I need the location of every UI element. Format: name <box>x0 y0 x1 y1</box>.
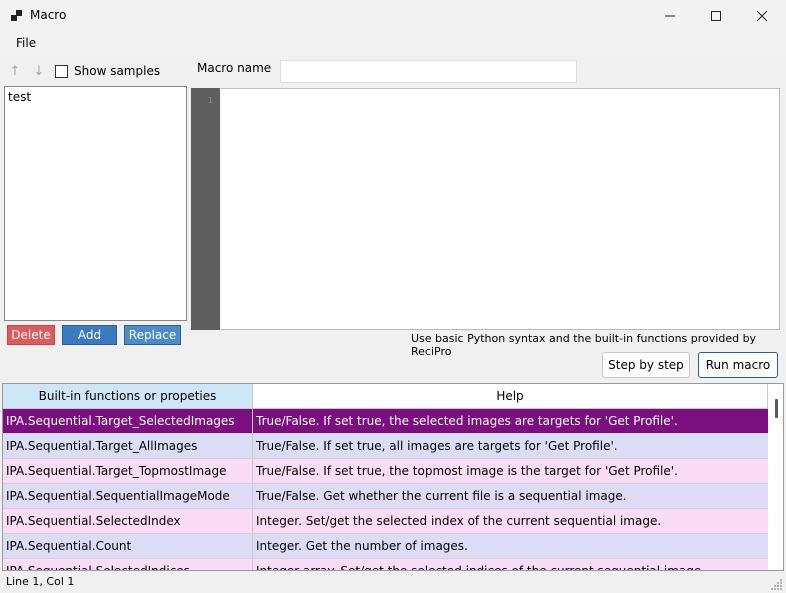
code-editor[interactable] <box>221 88 780 330</box>
help-cell: Integer array. Set/get the selected indi… <box>256 564 706 571</box>
line-number-gutter <box>191 88 220 330</box>
delete-button[interactable]: Delete <box>7 325 55 345</box>
table-row[interactable]: IPA.Sequential.SelectedIndices Integer a… <box>3 559 768 571</box>
show-samples-label[interactable]: Show samples <box>74 64 160 78</box>
close-button[interactable] <box>739 0 785 31</box>
table-row[interactable]: IPA.Sequential.SequentialImageMode True/… <box>3 484 768 509</box>
help-cell: True/False. Get whether the current file… <box>256 489 627 503</box>
function-cell: IPA.Sequential.SequentialImageMode <box>3 484 253 508</box>
table-row[interactable]: IPA.Sequential.SelectedIndex Integer. Se… <box>3 509 768 534</box>
help-cell: True/False. If set true, the topmost ima… <box>256 464 678 478</box>
line-number: 1 <box>208 96 214 105</box>
app-icon <box>11 10 22 21</box>
help-cell: Integer. Set/get the selected index of t… <box>256 514 662 528</box>
maximize-icon <box>711 10 721 21</box>
table-row[interactable]: IPA.Sequential.Target_AllImages True/Fal… <box>3 434 768 459</box>
arrow-down-icon: ↓ <box>33 64 45 79</box>
scrollbar-thumb[interactable] <box>775 399 778 418</box>
resize-grip-icon[interactable] <box>771 578 783 590</box>
function-cell: IPA.Sequential.SelectedIndices <box>3 559 253 570</box>
arrow-up-icon: ↑ <box>9 64 21 79</box>
vertical-scrollbar[interactable] <box>770 384 783 570</box>
help-cell: True/False. If set true, the selected im… <box>256 414 678 428</box>
column-header-functions[interactable]: Built-in functions or propeties <box>3 384 253 409</box>
function-cell: IPA.Sequential.Target_TopmostImage <box>3 459 253 483</box>
function-cell: IPA.Sequential.Count <box>3 534 253 558</box>
functions-table[interactable]: Built-in functions or propeties Help IPA… <box>2 383 784 571</box>
column-header-help[interactable]: Help <box>253 384 768 409</box>
table-row[interactable]: IPA.Sequential.Target_TopmostImage True/… <box>3 459 768 484</box>
window-title: Macro <box>30 8 67 22</box>
move-up-button[interactable]: ↑ <box>5 62 25 82</box>
run-macro-button[interactable]: Run macro <box>698 352 778 378</box>
list-item[interactable]: test <box>8 90 31 104</box>
maximize-button[interactable] <box>693 0 739 31</box>
menu-bar <box>0 31 786 56</box>
show-samples-checkbox[interactable] <box>55 65 68 78</box>
close-icon <box>756 10 768 21</box>
step-by-step-button[interactable]: Step by step <box>602 352 690 378</box>
table-row[interactable]: IPA.Sequential.Count Integer. Get the nu… <box>3 534 768 559</box>
table-row[interactable]: IPA.Sequential.Target_SelectedImages Tru… <box>3 409 768 434</box>
status-bar <box>0 573 786 593</box>
table-header: Built-in functions or propeties Help <box>3 384 768 409</box>
minimize-button[interactable] <box>647 0 693 31</box>
macro-name-label: Macro name <box>197 61 272 75</box>
move-down-button[interactable]: ↓ <box>29 62 49 82</box>
menu-file[interactable]: File <box>16 36 36 50</box>
minimize-icon <box>665 15 675 16</box>
replace-button[interactable]: Replace <box>124 325 181 345</box>
function-cell: IPA.Sequential.Target_SelectedImages <box>3 409 253 433</box>
function-cell: IPA.Sequential.SelectedIndex <box>3 509 253 533</box>
add-button[interactable]: Add <box>62 325 117 345</box>
help-cell: Integer. Get the number of images. <box>256 539 468 553</box>
cursor-position: Line 1, Col 1 <box>6 575 75 588</box>
macro-list[interactable]: test <box>4 86 187 321</box>
help-cell: True/False. If set true, all images are … <box>256 439 618 453</box>
function-cell: IPA.Sequential.Target_AllImages <box>3 434 253 458</box>
macro-name-input[interactable] <box>280 60 577 83</box>
